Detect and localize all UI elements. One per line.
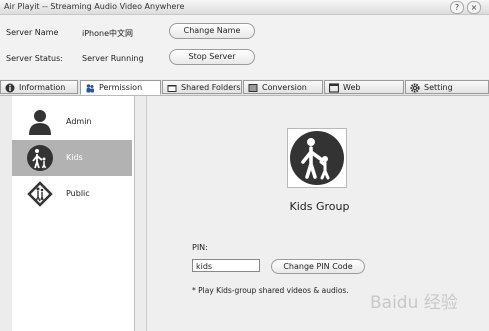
kids-icon <box>27 145 53 171</box>
tab-label: Setting <box>424 83 453 92</box>
change-pin-button[interactable]: Change PIN Code <box>271 259 365 274</box>
group-label: Kids <box>66 153 83 162</box>
tab-web[interactable]: Web <box>324 80 404 94</box>
pin-input[interactable]: kids <box>192 259 260 272</box>
group-label: Public <box>66 189 90 198</box>
server-status-label: Server Status: <box>6 54 63 63</box>
tab-label: Shared Folders <box>181 83 241 92</box>
group-icon-frame <box>287 128 347 188</box>
change-name-button[interactable]: Change Name <box>169 23 255 39</box>
tab-label: Information <box>19 83 66 92</box>
tab-information[interactable]: Information <box>0 80 78 94</box>
window-title: Air Playit -- Streaming Audio Video Anyw… <box>4 2 185 11</box>
info-icon <box>5 83 15 93</box>
folder-icon <box>167 85 177 92</box>
group-title: Kids Group <box>289 200 350 213</box>
group-item-public[interactable]: Public <box>12 176 132 212</box>
admin-user-icon <box>29 110 51 135</box>
tab-permission[interactable]: Permission <box>80 80 161 95</box>
stop-server-button[interactable]: Stop Server <box>169 49 255 65</box>
pin-label: PIN: <box>192 243 208 252</box>
conversion-icon <box>248 84 258 92</box>
tab-shared-folders[interactable]: Shared Folders <box>162 80 242 94</box>
tab-label: Conversion <box>262 83 307 92</box>
kids-group-icon <box>290 131 344 185</box>
tab-label: Web <box>343 83 361 92</box>
tab-setting[interactable]: Setting <box>405 80 489 94</box>
public-icon <box>27 181 53 207</box>
group-label: Admin <box>66 117 92 126</box>
server-status-value: Server Running <box>82 54 144 63</box>
title-bar: Air Playit -- Streaming Audio Video Anyw… <box>0 0 489 15</box>
close-button[interactable]: × <box>467 1 481 14</box>
server-name-value: iPhone中文网 <box>82 29 134 38</box>
user-icon <box>86 84 94 93</box>
server-name-label: Server Name <box>6 28 59 37</box>
tab-label: Permission <box>99 83 143 92</box>
group-list: Admin Kids Public <box>12 96 135 331</box>
server-header: Server Name iPhone中文网 Change Name Server… <box>0 15 489 79</box>
group-item-admin[interactable]: Admin <box>12 104 132 140</box>
watermark-text: Baidu 经验 <box>370 293 458 313</box>
group-item-kids[interactable]: Kids <box>12 140 132 176</box>
gear-icon <box>410 83 420 93</box>
help-button[interactable]: ? <box>450 1 464 14</box>
group-note: * Play Kids-group shared videos & audios… <box>192 286 349 295</box>
tab-conversion[interactable]: Conversion <box>243 80 323 94</box>
web-icon <box>329 83 339 93</box>
tab-bar: Information Permission Shared Folders Co… <box>0 80 489 96</box>
